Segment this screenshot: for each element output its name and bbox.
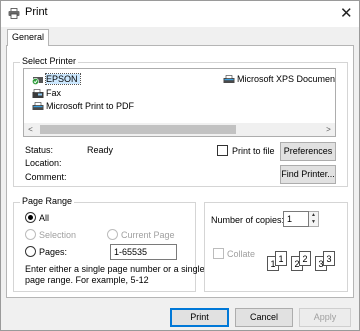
page-range-hint-line1: Enter either a single page number or a s…: [25, 264, 205, 274]
all-radio[interactable]: [25, 212, 36, 223]
printer-icon: [8, 8, 20, 19]
print-dialog: Print ✕ General Select Printer EPSON Fax…: [0, 0, 360, 331]
copies-input[interactable]: 1: [283, 211, 309, 227]
horizontal-scrollbar[interactable]: < >: [24, 123, 335, 136]
collate-sheet: 2: [299, 251, 311, 266]
printer-name: Fax: [46, 88, 62, 98]
print-to-file-checkbox[interactable]: [217, 145, 228, 156]
printer-icon: [32, 101, 44, 112]
printer-list[interactable]: EPSON Fax Microsoft Print to PDF Microso…: [23, 68, 336, 137]
printer-name: Microsoft XPS Documen: [237, 74, 336, 84]
page-range-hint-line2: page range. For example, 5-12: [25, 275, 149, 285]
selection-label[interactable]: Selection: [39, 230, 76, 240]
current-page-label[interactable]: Current Page: [121, 230, 175, 240]
spin-down-icon[interactable]: ▼: [309, 219, 318, 226]
cancel-button[interactable]: Cancel: [235, 308, 293, 327]
title-bar: Print ✕: [1, 1, 359, 27]
selection-radio[interactable]: [25, 229, 36, 240]
number-of-copies-label: Number of copies:: [211, 215, 285, 225]
collate-label[interactable]: Collate: [227, 249, 255, 259]
select-printer-title: Select Printer: [20, 56, 79, 66]
printer-item-epson[interactable]: EPSON: [31, 73, 81, 85]
printer-item-xps[interactable]: Microsoft XPS Documen: [223, 73, 335, 85]
apply-button[interactable]: Apply: [299, 308, 351, 327]
status-label: Status:: [25, 145, 54, 155]
printer-icon: [223, 74, 235, 85]
window-title: Print: [25, 6, 48, 18]
pages-input[interactable]: 1-65535: [110, 244, 177, 260]
preferences-button[interactable]: Preferences: [280, 142, 336, 161]
copies-spinner[interactable]: ▲ ▼: [309, 211, 319, 227]
dialog-button-bar: Print Cancel Apply: [1, 301, 359, 331]
close-button[interactable]: ✕: [329, 1, 359, 27]
print-to-file-label[interactable]: Print to file: [232, 146, 275, 156]
find-printer-button[interactable]: Find Printer...: [280, 165, 336, 184]
collate-checkbox[interactable]: [213, 248, 224, 259]
all-label[interactable]: All: [39, 213, 49, 223]
page-range-title: Page Range: [20, 196, 75, 206]
printer-item-fax[interactable]: Fax: [32, 87, 61, 99]
printer-name: Microsoft Print to PDF: [46, 101, 135, 111]
scroll-left-icon[interactable]: <: [24, 123, 37, 136]
printer-default-icon: [31, 75, 44, 85]
print-button[interactable]: Print: [170, 308, 229, 327]
location-label: Location:: [25, 158, 62, 168]
pages-label[interactable]: Pages:: [39, 247, 67, 257]
tab-general[interactable]: General: [7, 29, 49, 46]
collate-sheet: 3: [323, 251, 335, 266]
status-value: Ready: [87, 145, 114, 155]
scroll-right-icon[interactable]: >: [322, 123, 335, 136]
scrollbar-thumb[interactable]: [40, 125, 236, 134]
current-page-radio[interactable]: [107, 229, 118, 240]
pages-radio[interactable]: [25, 246, 36, 257]
collate-sheet: 1: [275, 251, 287, 266]
printer-name: EPSON: [45, 73, 81, 85]
close-icon: ✕: [340, 4, 353, 22]
fax-icon: [32, 88, 44, 99]
printer-item-pdf[interactable]: Microsoft Print to PDF: [32, 100, 134, 112]
comment-label: Comment:: [25, 172, 67, 182]
spin-up-icon[interactable]: ▲: [309, 212, 318, 219]
